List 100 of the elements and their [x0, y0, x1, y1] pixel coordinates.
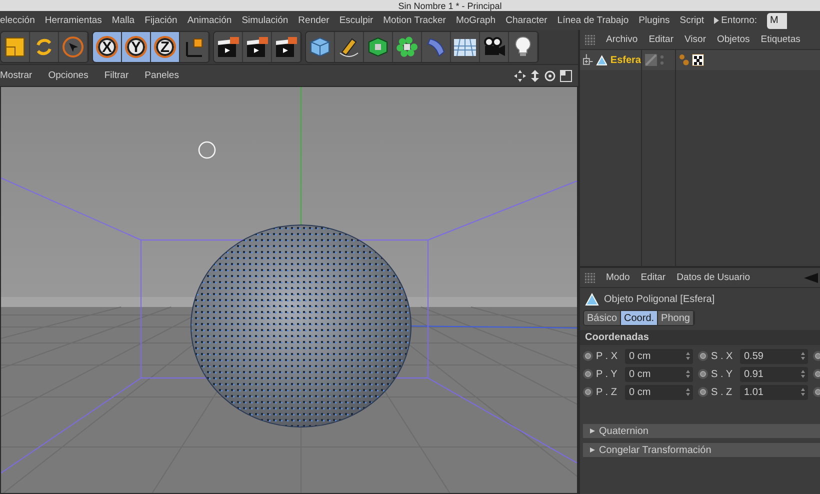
- field-label: P . X: [596, 350, 618, 362]
- clapperboard-icon: [274, 36, 298, 58]
- layout-label: Entorno:: [721, 15, 757, 26]
- tab[interactable]: Coord.: [621, 311, 658, 325]
- menu-item[interactable]: Archivo: [606, 34, 638, 45]
- move-icon[interactable]: [514, 70, 526, 82]
- spinner-icon[interactable]: [686, 352, 690, 360]
- tool-button[interactable]: [1, 32, 30, 62]
- menu-item[interactable]: Script: [680, 15, 704, 26]
- axes-cube-icon: [183, 36, 205, 58]
- tool-button[interactable]: [306, 32, 335, 62]
- number-field[interactable]: 0.59: [740, 348, 808, 364]
- object-row[interactable]: Esfera: [580, 50, 641, 70]
- cloner-icon: [396, 36, 418, 58]
- rotate-view-icon[interactable]: [544, 70, 556, 82]
- menu-item[interactable]: Motion Tracker: [383, 15, 446, 26]
- animate-radio[interactable]: [813, 387, 820, 397]
- menu-item[interactable]: Animación: [187, 15, 232, 26]
- animate-radio[interactable]: [583, 369, 593, 379]
- axis-lock-button[interactable]: Y: [122, 32, 151, 62]
- spinner-icon[interactable]: [801, 352, 805, 360]
- field-label: P . Y: [596, 368, 618, 380]
- field-label: S . Y: [711, 368, 734, 380]
- maximize-view-icon[interactable]: [560, 70, 572, 82]
- pen-icon: [338, 36, 360, 58]
- field-label: P . Z: [596, 386, 618, 398]
- menu-item[interactable]: Plugins: [638, 15, 670, 26]
- menu-item[interactable]: Filtrar: [104, 70, 129, 81]
- tab[interactable]: Phong: [658, 311, 694, 325]
- number-field[interactable]: 0.91: [740, 366, 808, 382]
- caret-icon[interactable]: [714, 17, 720, 24]
- menu-item[interactable]: Esculpir: [339, 15, 374, 26]
- menu-item[interactable]: Modo: [606, 272, 630, 283]
- layout-field[interactable]: M: [767, 12, 787, 28]
- collapsible-group[interactable]: Congelar Transformación: [583, 443, 820, 457]
- menu-item[interactable]: Opciones: [48, 70, 88, 81]
- tool-button[interactable]: [451, 32, 480, 62]
- spinner-icon[interactable]: [686, 388, 690, 396]
- spinner-icon[interactable]: [801, 370, 805, 378]
- animate-radio[interactable]: [698, 369, 708, 379]
- menu-item[interactable]: Simulación: [242, 15, 288, 26]
- spinner-icon[interactable]: [686, 370, 690, 378]
- menu-item[interactable]: elección: [0, 15, 35, 26]
- menu-item[interactable]: Objetos: [717, 34, 750, 45]
- checker-tag-icon[interactable]: [692, 54, 704, 66]
- object-title: Objeto Poligonal [Esfera]: [604, 294, 715, 304]
- rotate-icon: [34, 37, 54, 57]
- grip-icon[interactable]: [585, 272, 595, 282]
- window-title: Sin Nombre 1 * - Principal: [398, 0, 502, 10]
- grip-icon[interactable]: [585, 34, 595, 44]
- animate-radio[interactable]: [698, 387, 708, 397]
- tool-button[interactable]: [214, 32, 243, 62]
- menu-item[interactable]: Mostrar: [0, 70, 32, 81]
- animate-radio[interactable]: [583, 387, 593, 397]
- object-name: Esfera: [610, 54, 641, 66]
- light-bulb-icon: [513, 36, 533, 58]
- spinner-icon[interactable]: [801, 388, 805, 396]
- animate-radio[interactable]: [813, 369, 820, 379]
- menu-item[interactable]: Editar: [640, 272, 666, 283]
- number-field[interactable]: 0 cm: [625, 366, 693, 382]
- number-field[interactable]: 1.01: [740, 384, 808, 400]
- section-title: Coordenadas: [585, 332, 649, 343]
- axis-lock-button[interactable]: X: [93, 32, 122, 62]
- menu-item[interactable]: Línea de Trabajo: [557, 15, 629, 26]
- clapperboard-icon: [216, 36, 240, 58]
- visibility-dots-icon[interactable]: [660, 54, 664, 66]
- field-label: S . X: [711, 350, 734, 362]
- menu-item[interactable]: Datos de Usuario: [676, 272, 750, 283]
- tab[interactable]: Básico: [584, 311, 622, 325]
- arrow-cursor-icon: [62, 36, 84, 58]
- menu-item[interactable]: Render: [298, 15, 330, 26]
- collapsible-group[interactable]: Quaternion: [583, 424, 820, 438]
- menu-item[interactable]: Etiquetas: [760, 34, 800, 45]
- field-label: S . Z: [711, 386, 734, 398]
- clapperboard-icon: [245, 36, 269, 58]
- camera-icon: [482, 36, 506, 58]
- menu-item[interactable]: Character: [506, 15, 548, 26]
- menu-item[interactable]: Fijación: [144, 15, 178, 26]
- menu-item[interactable]: Malla: [112, 15, 135, 26]
- tree-expander-icon[interactable]: [583, 54, 593, 66]
- polygon-cube-icon: [367, 36, 389, 58]
- vertical-arrows-icon[interactable]: [530, 70, 540, 82]
- menu-item[interactable]: Herramientas: [44, 15, 102, 26]
- axis-lock-button[interactable]: Z: [151, 32, 180, 62]
- cube-icon: [309, 36, 331, 58]
- animate-radio[interactable]: [583, 351, 593, 361]
- number-field[interactable]: 0 cm: [625, 384, 693, 400]
- animate-radio[interactable]: [698, 351, 708, 361]
- polygon-object-icon: [585, 292, 599, 306]
- menu-item[interactable]: MoGraph: [456, 15, 496, 26]
- scale-icon: [5, 37, 25, 57]
- menu-item[interactable]: Visor: [684, 34, 706, 45]
- disclosure-triangle-icon: [590, 447, 595, 453]
- polygon-object-icon: [596, 54, 608, 66]
- menu-item[interactable]: Paneles: [144, 70, 179, 81]
- animate-radio[interactable]: [813, 351, 820, 361]
- bent-shape-icon: [425, 36, 447, 58]
- menu-item[interactable]: Editar: [648, 34, 674, 45]
- disclosure-triangle-icon: [590, 428, 595, 434]
- number-field[interactable]: 0 cm: [625, 348, 693, 364]
